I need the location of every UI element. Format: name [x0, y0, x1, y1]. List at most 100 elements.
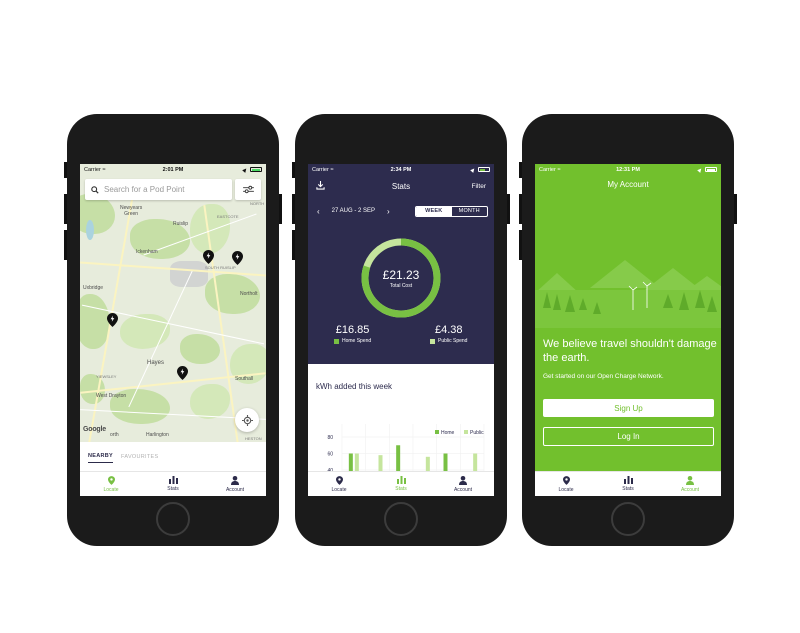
tab-bar: Locate Stats Account — [80, 471, 266, 496]
chevron-right-icon[interactable]: › — [387, 207, 390, 216]
tabbar-account-label: Account — [225, 486, 245, 493]
tabbar-account[interactable]: Account — [659, 472, 721, 496]
account-panel: Carrier ≈ 12:31 PM My Account We believe… — [535, 164, 721, 471]
home-swatch — [334, 338, 339, 344]
home-spend-label: Home Spend — [342, 338, 372, 344]
chart-bar-public — [425, 456, 430, 471]
map-label-ickenham: Ickenham — [136, 249, 158, 255]
tabbar-locate-label: Locate — [331, 486, 347, 493]
account-screen: Carrier ≈ 12:31 PM My Account We believe… — [535, 164, 721, 496]
battery-icon — [705, 167, 717, 172]
search-input[interactable] — [104, 185, 224, 194]
status-bar: Carrier ≈ 2:01 PM — [80, 164, 266, 175]
bar-chart-icon — [168, 476, 178, 484]
search-bar[interactable] — [85, 179, 232, 200]
sliders-icon — [242, 185, 254, 194]
charging-pin-icon[interactable] — [177, 366, 188, 380]
chart-ytick-label: 80 — [327, 435, 333, 441]
my-location-button[interactable] — [235, 408, 259, 432]
tabbar-stats[interactable]: Stats — [370, 472, 432, 496]
map-label-northolt: Northolt — [240, 291, 258, 297]
list-tabs: NEARBY FAVOURITES — [80, 442, 266, 471]
map-label-newyears-green: Newyears Green — [120, 205, 143, 217]
map-pin-icon — [562, 475, 570, 485]
kwh-bar-chart: 806040Home Public — [327, 424, 485, 471]
charging-pin-icon[interactable] — [232, 251, 243, 265]
tabbar-stats[interactable]: Stats — [597, 472, 659, 496]
user-icon — [459, 475, 467, 485]
public-spend-label: Public Spend — [438, 338, 468, 344]
status-time: 12:31 PM — [616, 166, 640, 173]
map-label-southall: Southall — [235, 376, 254, 382]
home-spend-value: £16.85 — [335, 324, 370, 336]
map-label-ruislip: Ruislip — [173, 221, 189, 227]
phone-account: Carrier ≈ 12:31 PM My Account We believe… — [519, 114, 737, 546]
bar-chart-icon — [623, 476, 633, 484]
tabbar-stats-label: Stats — [622, 486, 634, 492]
map-label-north-short: orth — [110, 432, 119, 438]
tabbar-locate[interactable]: Locate — [80, 472, 142, 496]
chevron-left-icon[interactable]: ‹ — [317, 207, 320, 216]
map-view[interactable]: Newyears Green EASTCOTE NORTH Ruislip Ic… — [80, 164, 266, 442]
toggle-month[interactable]: MONTH — [452, 207, 488, 216]
tabbar-account[interactable]: Account — [204, 472, 266, 496]
map-pin-icon — [335, 475, 343, 485]
map-pin-icon — [107, 475, 115, 485]
status-time: 2:34 PM — [390, 166, 412, 173]
public-spend: £4.38 Public Spend — [430, 324, 467, 344]
toggle-week[interactable]: WEEK — [416, 207, 452, 216]
filter-link[interactable]: Filter — [472, 183, 486, 190]
map-label-west-drayton: West Drayton — [96, 393, 127, 399]
sign-up-button[interactable]: Sign Up — [543, 399, 714, 417]
map-label-yiewsley: YIEWSLEY — [96, 374, 117, 379]
home-button[interactable] — [384, 502, 418, 536]
chart-bar-public — [354, 453, 359, 471]
home-button[interactable] — [611, 502, 645, 536]
tabbar-locate[interactable]: Locate — [535, 472, 597, 496]
tabbar-account[interactable]: Account — [432, 472, 494, 496]
account-subtext: Get started on our Open Charge Network. — [543, 373, 664, 380]
map-label-south-ruislip: SOUTH RUISLIP — [205, 265, 236, 270]
phone-stats: Carrier ≈ 2:34 PM Stats Filter ‹ 27 AUG … — [292, 114, 510, 546]
user-icon — [686, 475, 694, 485]
chart-legend-label: Public — [470, 430, 484, 436]
total-cost-label: Total Cost — [389, 282, 413, 289]
chart-legend-swatch — [464, 430, 468, 434]
tabbar-locate-label: Locate — [103, 486, 119, 493]
tabbar-account-label: Account — [680, 486, 700, 493]
search-icon — [91, 185, 99, 194]
locate-screen: Newyears Green EASTCOTE NORTH Ruislip Ic… — [80, 164, 266, 496]
crosshair-icon — [241, 414, 253, 426]
phone-locate: Newyears Green EASTCOTE NORTH Ruislip Ic… — [64, 114, 282, 546]
map-label-uxbridge: Uxbridge — [83, 285, 104, 291]
page-title: My Account — [607, 180, 649, 189]
charging-pin-icon[interactable] — [107, 313, 118, 327]
landscape-illustration — [535, 260, 721, 328]
tab-nearby[interactable]: NEARBY — [88, 450, 114, 463]
chart-legend-label: Home — [441, 430, 455, 436]
filter-button[interactable] — [235, 179, 261, 200]
home-button[interactable] — [156, 502, 190, 536]
status-bar: Carrier ≈ 12:31 PM — [535, 164, 721, 175]
tab-favourites[interactable]: FAVOURITES — [121, 451, 158, 463]
status-time: 2:01 PM — [162, 166, 184, 173]
period-toggle: WEEK MONTH — [415, 206, 488, 217]
tabbar-stats-label: Stats — [395, 486, 407, 492]
chart-bar-home — [348, 453, 353, 471]
download-icon[interactable] — [316, 181, 325, 190]
stats-header-panel: Carrier ≈ 2:34 PM Stats Filter ‹ 27 AUG … — [308, 164, 494, 364]
stats-nav-bar: Stats Filter — [308, 178, 494, 194]
user-icon — [231, 475, 239, 485]
tabbar-stats-label: Stats — [167, 486, 179, 492]
stats-screen: Carrier ≈ 2:34 PM Stats Filter ‹ 27 AUG … — [308, 164, 494, 496]
map-label-harlington: Harlington — [146, 432, 169, 438]
tab-bar: Locate Stats Account — [308, 471, 494, 496]
donut-center: £21.23 Total Cost — [360, 237, 442, 319]
page-title: Stats — [391, 181, 411, 191]
tabbar-locate[interactable]: Locate — [308, 472, 370, 496]
tabbar-stats[interactable]: Stats — [142, 472, 204, 496]
log-in-button[interactable]: Log In — [543, 427, 714, 446]
charging-pin-icon[interactable] — [203, 250, 214, 264]
google-logo: Google — [83, 426, 106, 433]
showcase: Newyears Green EASTCOTE NORTH Ruislip Ic… — [0, 0, 800, 633]
